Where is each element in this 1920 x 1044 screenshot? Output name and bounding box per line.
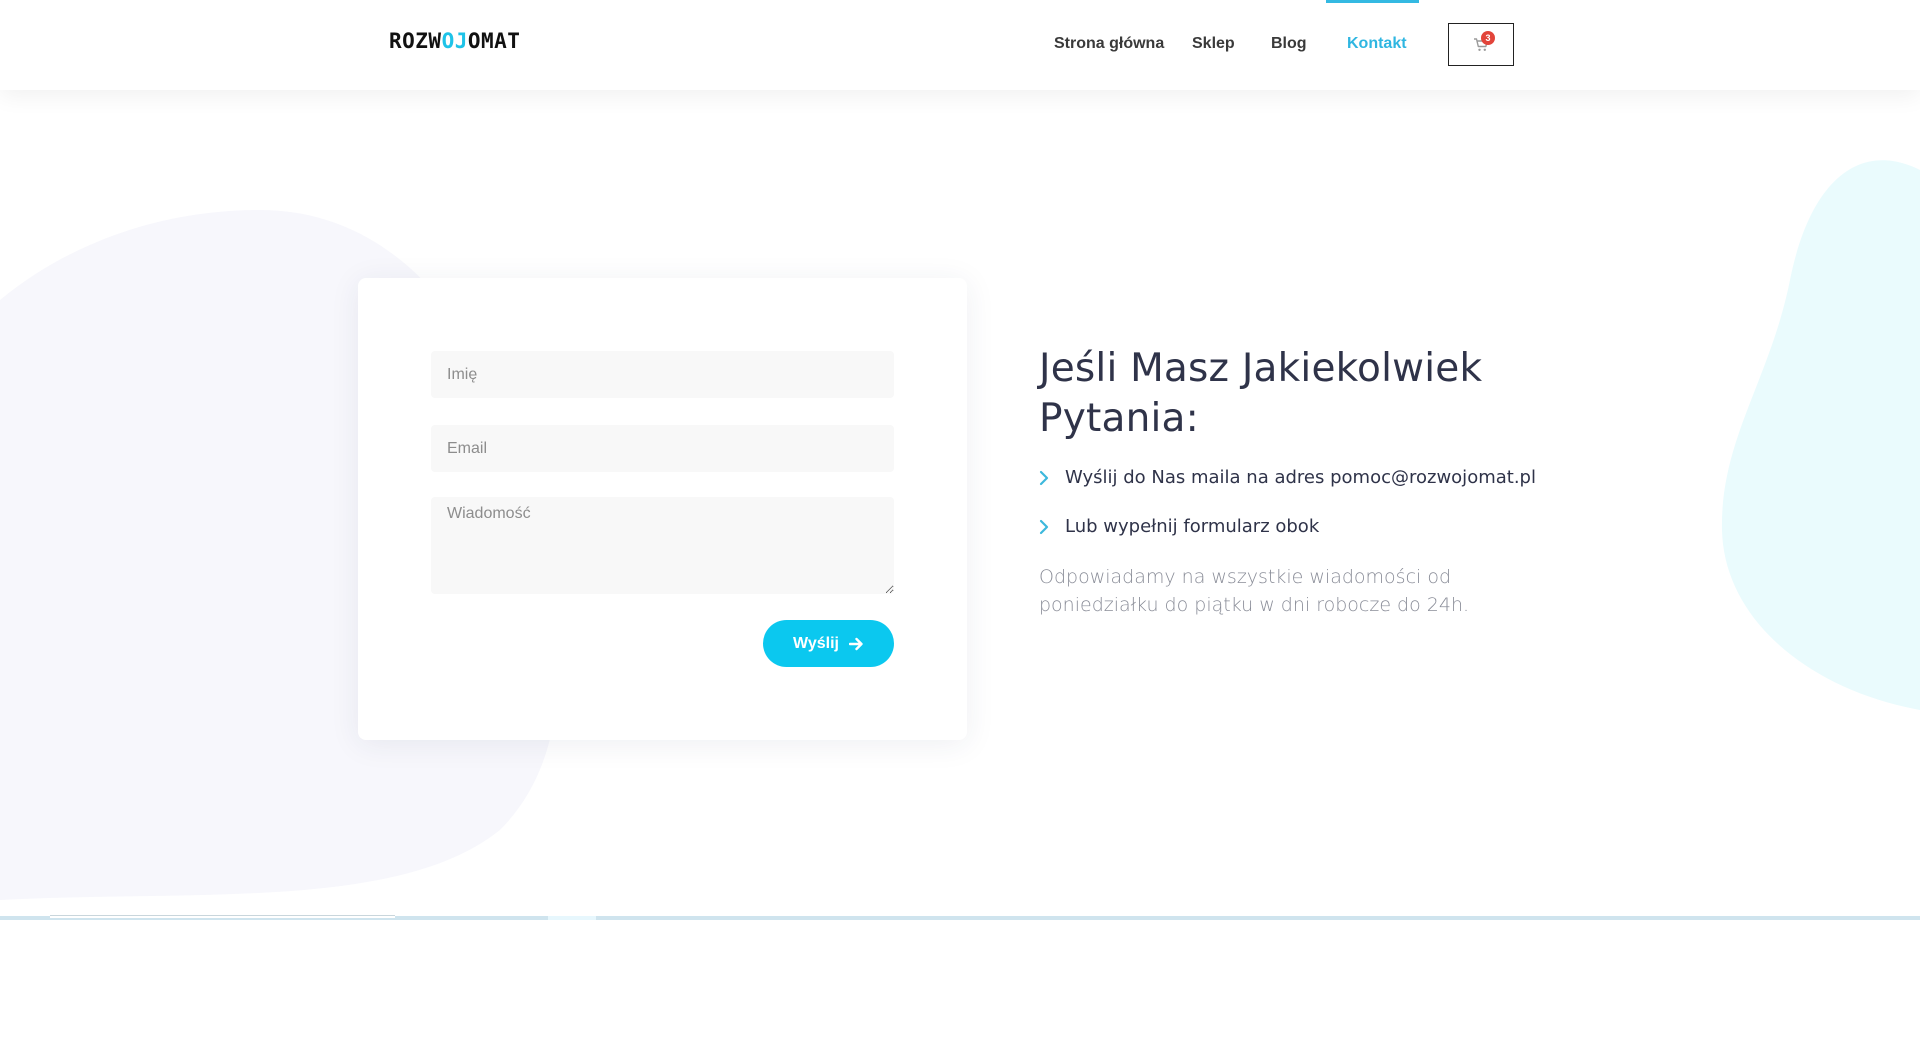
nav-active-indicator (1326, 0, 1419, 3)
info-list-item: Lub wypełnij formularz obok (1039, 513, 1559, 540)
name-input[interactable] (431, 351, 894, 398)
submit-label: Wyślij (793, 634, 839, 652)
divider-segment (548, 916, 596, 920)
submit-button[interactable]: Wyślij (763, 620, 894, 667)
contact-form-card: Wyślij (358, 278, 967, 740)
chevron-right-icon (1039, 519, 1049, 534)
cart-count-badge: 3 (1481, 31, 1495, 45)
main-nav: Strona główna Sklep Blog Kontakt (0, 0, 1920, 90)
arrow-right-icon (848, 637, 863, 650)
nav-item-shop[interactable]: Sklep (1192, 35, 1235, 53)
info-heading: Jeśli Masz Jakiekolwiek Pytania: (1039, 346, 1483, 441)
nav-item-blog[interactable]: Blog (1271, 35, 1307, 53)
cart-button[interactable]: 3 (1448, 23, 1514, 66)
email-input[interactable] (431, 425, 894, 472)
contact-info: Jeśli Masz Jakiekolwiek Pytania: Wyślij … (1039, 344, 1559, 619)
info-item-form-text: Lub wypełnij formularz obok (1065, 516, 1320, 537)
divider-segment (50, 915, 395, 918)
decorative-blob-right (1721, 160, 1920, 710)
nav-item-contact[interactable]: Kontakt (1347, 35, 1407, 53)
section-divider (0, 915, 1920, 920)
nav-item-home[interactable]: Strona główna (1054, 35, 1164, 53)
chevron-right-icon (1039, 470, 1049, 485)
site-header: ROZW OJ OMAT Strona główna Sklep Blog Kont… (0, 0, 1920, 90)
response-time-note: Odpowiadamy na wszystkie wiadomości od p… (1039, 566, 1470, 616)
message-textarea[interactable] (431, 497, 894, 594)
info-list-item: Wyślij do Nas maila na adres pomoc@rozwo… (1039, 464, 1559, 491)
info-item-email-text: Wyślij do Nas maila na adres pomoc@rozwo… (1065, 467, 1536, 488)
